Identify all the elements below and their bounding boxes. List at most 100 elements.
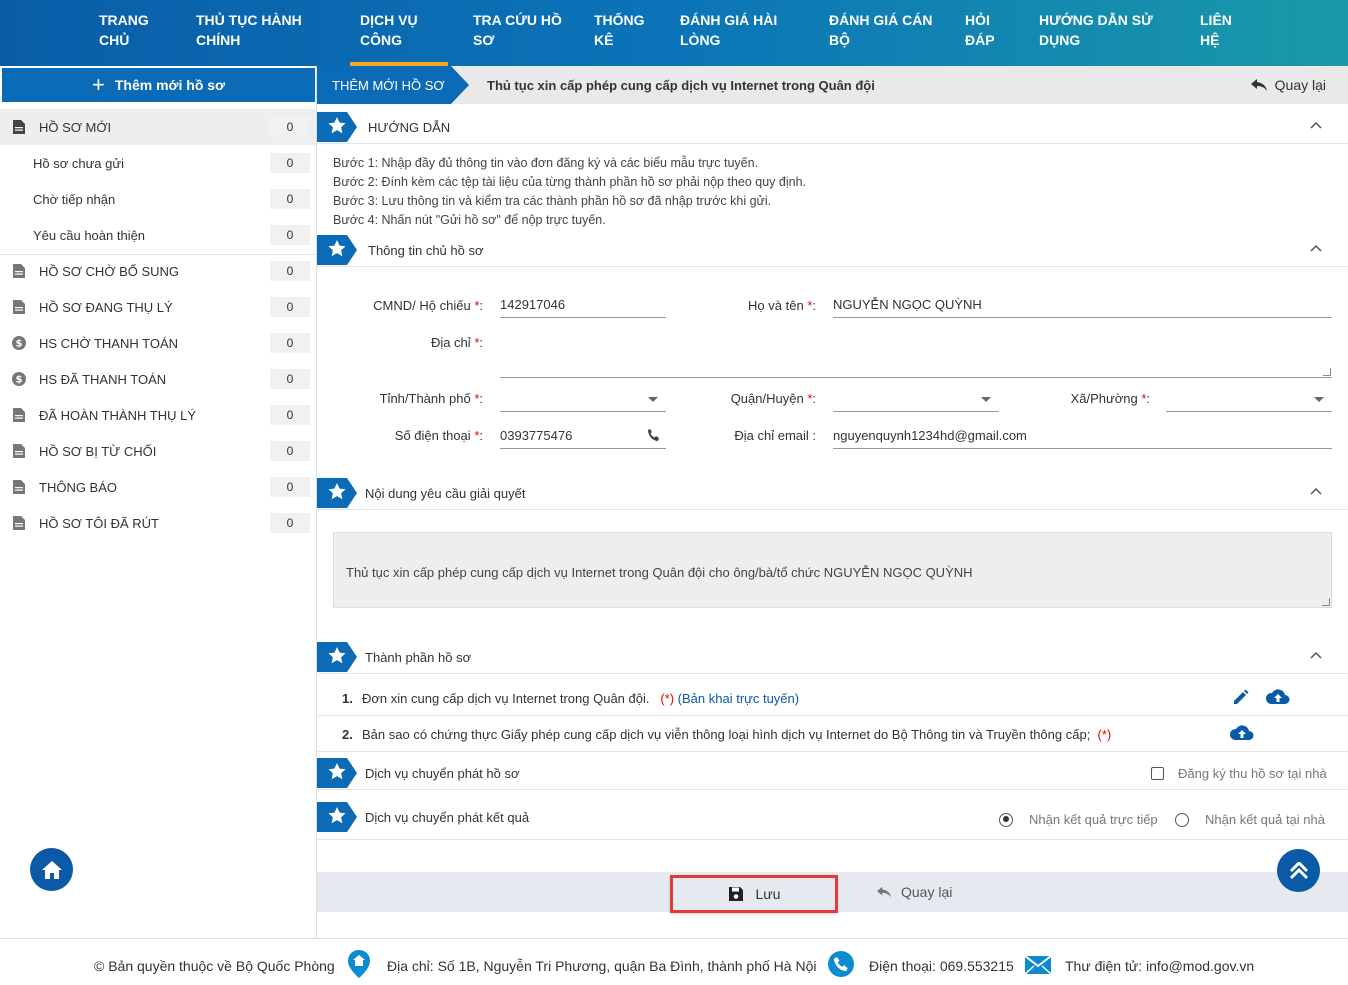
document-icon bbox=[13, 516, 25, 530]
nav-hoi-dap[interactable]: HỎI ĐÁP bbox=[965, 10, 995, 50]
sidebar-item-yeu-cau-hoan-thien[interactable]: Yêu cầu hoàn thiện 0 bbox=[0, 217, 316, 253]
sidebar-item-ho-so-chua-gui[interactable]: Hồ sơ chưa gửi 0 bbox=[0, 145, 316, 181]
sidebar-item-da-hoan-thanh-thu-ly[interactable]: ĐÃ HOÀN THÀNH THỤ LÝ 0 bbox=[0, 397, 316, 433]
cloud-upload-icon[interactable] bbox=[1229, 724, 1255, 742]
request-textarea[interactable]: Thủ tục xin cấp phép cung cấp dịch vụ In… bbox=[333, 532, 1332, 608]
document-icon bbox=[13, 264, 25, 278]
breadcrumb: THÊM MỚI HỒ SƠ Thủ tục xin cấp phép cung… bbox=[317, 66, 1348, 104]
sidebar-item-ho-so-toi-da-rut[interactable]: HỒ SƠ TÔI ĐÃ RÚT 0 bbox=[0, 505, 316, 541]
province-select[interactable] bbox=[500, 386, 666, 412]
nav-dich-vu-cong[interactable]: DỊCH VỤ CÔNG bbox=[350, 10, 447, 66]
sidebar-item-hs-cho-thanh-toan[interactable]: $ HS CHỜ THANH TOÁN 0 bbox=[0, 325, 316, 361]
radio-button[interactable] bbox=[999, 812, 1013, 827]
plus-icon: + bbox=[92, 72, 105, 97]
id-number-field[interactable]: 142917046 bbox=[500, 292, 666, 318]
count-badge: 0 bbox=[270, 297, 310, 317]
checkbox[interactable] bbox=[1151, 767, 1164, 780]
nav-danh-gia-hai-long[interactable]: ĐÁNH GIÁ HÀI LÒNG bbox=[680, 10, 777, 50]
district-select[interactable] bbox=[833, 386, 999, 412]
save-button[interactable]: Lưu bbox=[670, 875, 838, 913]
section-delivery-out-header: Dịch vụ chuyển phát kết quả Nhận kết quả… bbox=[317, 800, 1348, 840]
section-delivery-in-header: Dịch vụ chuyển phát hồ sơ Đăng ký thu hồ… bbox=[317, 756, 1348, 790]
component-row: 2. Bản sao có chứng thực Giấy phép cung … bbox=[317, 716, 1348, 752]
result-home-radio[interactable]: Nhận kết quả tại nhà bbox=[1175, 812, 1325, 827]
svg-text:$: $ bbox=[16, 339, 23, 350]
breadcrumb-tab[interactable]: THÊM MỚI HỒ SƠ bbox=[317, 66, 469, 104]
sidebar-item-cho-tiep-nhan[interactable]: Chờ tiếp nhận 0 bbox=[0, 181, 316, 217]
back-button[interactable]: Quay lại bbox=[877, 884, 952, 900]
document-icon bbox=[13, 480, 25, 494]
count-badge: 0 bbox=[270, 369, 310, 389]
top-navigation: TRANG CHỦ THỦ TỤC HÀNH CHÍNH DỊCH VỤ CÔNG T… bbox=[0, 0, 1348, 66]
star-icon bbox=[317, 802, 357, 832]
count-badge: 0 bbox=[270, 477, 310, 497]
address-field[interactable] bbox=[500, 336, 1332, 378]
home-button[interactable] bbox=[30, 848, 73, 891]
sidebar-item-ho-so-dang-thu-ly[interactable]: HỒ SƠ ĐANG THỤ LÝ 0 bbox=[0, 289, 316, 325]
phone-field[interactable]: 0393775476 bbox=[500, 423, 666, 449]
pencil-icon[interactable] bbox=[1232, 688, 1250, 706]
section-request-header[interactable]: Nội dung yêu cầu giải quyết bbox=[317, 476, 1348, 510]
document-icon bbox=[13, 444, 25, 458]
nav-tra-cuu-ho-so[interactable]: TRA CỨU HỒ SƠ bbox=[473, 10, 562, 50]
radio-button[interactable] bbox=[1175, 812, 1189, 827]
count-badge: 0 bbox=[270, 153, 310, 173]
reply-arrow-icon bbox=[877, 886, 891, 898]
resize-handle[interactable] bbox=[1322, 598, 1330, 606]
nav-trang-chu[interactable]: TRANG CHỦ bbox=[99, 10, 149, 50]
star-icon bbox=[317, 112, 357, 142]
section-guide-header[interactable]: HƯỚNG DẪN bbox=[317, 110, 1348, 144]
sidebar-item-hs-da-thanh-toan[interactable]: $ HS ĐÃ THANH TOÁN 0 bbox=[0, 361, 316, 397]
dollar-icon: $ bbox=[12, 336, 26, 350]
star-icon bbox=[317, 478, 357, 508]
home-pickup-checkbox[interactable]: Đăng ký thu hồ sơ tại nhà bbox=[1151, 766, 1327, 781]
svg-text:$: $ bbox=[16, 375, 23, 386]
component-row: 1. Đơn xin cung cấp dịch vụ Internet tro… bbox=[317, 680, 1348, 716]
sidebar: + Thêm mới hồ sơ HỒ SƠ MỚI 0 Hồ sơ chưa … bbox=[0, 66, 317, 938]
sidebar-item-ho-so-moi[interactable]: HỒ SƠ MỚI 0 bbox=[0, 109, 316, 145]
add-new-record-button[interactable]: + Thêm mới hồ sơ bbox=[2, 68, 315, 102]
footer-phone: Điện thoại: 069.553215 bbox=[869, 958, 1014, 974]
footer-email: Thư điện tử: info@mod.gov.vn bbox=[1065, 958, 1255, 974]
cloud-upload-icon[interactable] bbox=[1265, 688, 1291, 706]
count-badge: 0 bbox=[270, 513, 310, 533]
count-badge: 0 bbox=[270, 441, 310, 461]
page-title: Thủ tục xin cấp phép cung cấp dịch vụ In… bbox=[487, 78, 875, 93]
ward-select[interactable] bbox=[1166, 386, 1332, 412]
scroll-to-top-button[interactable] bbox=[1277, 849, 1320, 892]
district-label: Quận/Huyện *: bbox=[730, 391, 816, 406]
online-form-link[interactable]: (Bản khai trực tuyến) bbox=[678, 691, 799, 706]
back-link-top[interactable]: Quay lại bbox=[1250, 77, 1326, 93]
document-icon bbox=[13, 300, 25, 314]
result-direct-radio[interactable]: Nhận kết quả trực tiếp bbox=[999, 812, 1158, 827]
floppy-disk-icon bbox=[728, 887, 743, 901]
nav-thu-tuc-hanh-chinh[interactable]: THỦ TỤC HÀNH CHÍNH bbox=[196, 10, 302, 50]
nav-huong-dan-su-dung[interactable]: HƯỚNG DẪN SỬ DỤNG bbox=[1039, 10, 1153, 50]
resize-handle[interactable] bbox=[1323, 368, 1331, 376]
footer-copyright: © Bản quyền thuộc về Bộ Quốc Phòng bbox=[94, 958, 335, 974]
section-owner-header[interactable]: Thông tin chủ hồ sơ bbox=[317, 233, 1348, 267]
chevron-up-icon[interactable] bbox=[1310, 121, 1322, 129]
nav-danh-gia-can-bo[interactable]: ĐÁNH GIÁ CÁN BỘ bbox=[829, 10, 932, 50]
star-icon bbox=[317, 758, 357, 788]
section-components-header[interactable]: Thành phần hồ sơ bbox=[317, 640, 1348, 674]
dollar-icon: $ bbox=[12, 372, 26, 386]
nav-thong-ke[interactable]: THỐNG KÊ bbox=[594, 10, 645, 50]
province-label: Tỉnh/Thành phố *: bbox=[379, 391, 483, 406]
sidebar-item-ho-so-bi-tu-choi[interactable]: HỒ SƠ BỊ TỪ CHỐI 0 bbox=[0, 433, 316, 469]
full-name-field[interactable]: NGUYỄN NGỌC QUỲNH bbox=[833, 292, 1332, 318]
location-pin-icon bbox=[348, 950, 370, 978]
email-field[interactable]: nguyenquynh1234hd@gmail.com bbox=[833, 423, 1332, 449]
nav-lien-he[interactable]: LIÊN HỆ bbox=[1200, 10, 1232, 50]
phone-icon bbox=[648, 429, 659, 441]
star-icon bbox=[317, 235, 357, 265]
chevron-up-icon[interactable] bbox=[1310, 651, 1322, 659]
sidebar-item-ho-so-cho-bo-sung[interactable]: HỒ SƠ CHỜ BỔ SUNG 0 bbox=[0, 253, 316, 289]
sidebar-item-thong-bao[interactable]: THÔNG BÁO 0 bbox=[0, 469, 316, 505]
chevron-up-icon[interactable] bbox=[1310, 487, 1322, 495]
chevron-up-icon[interactable] bbox=[1310, 244, 1322, 252]
document-icon bbox=[13, 408, 25, 422]
ward-label: Xã/Phường *: bbox=[1070, 391, 1150, 406]
caret-down-icon bbox=[648, 397, 658, 402]
double-chevron-up-icon bbox=[1289, 861, 1308, 879]
